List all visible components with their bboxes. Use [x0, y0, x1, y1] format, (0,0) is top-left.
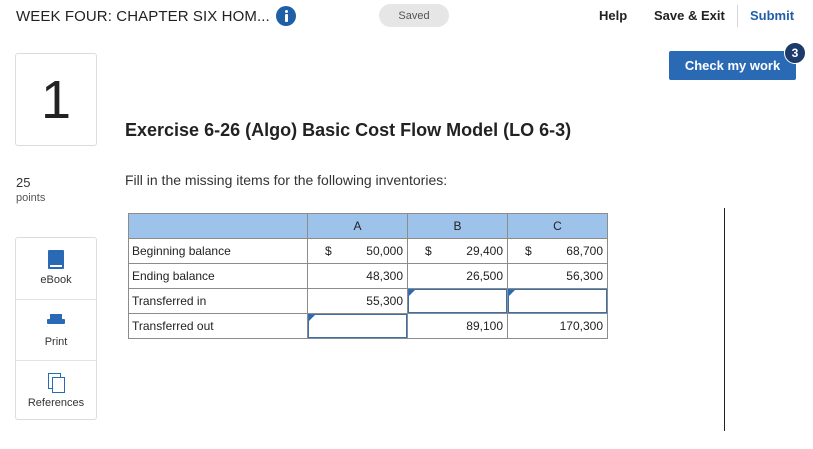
answer-input-transferred-in-b[interactable]: [408, 289, 507, 313]
column-header: A: [307, 213, 408, 239]
help-link[interactable]: Help: [599, 8, 627, 23]
table-cell: 89,100: [407, 313, 508, 339]
side-tools-panel: eBook Print References: [15, 237, 97, 420]
table-row: Transferred out 89,100 170,300: [128, 313, 608, 339]
cell-value: 48,300: [366, 269, 403, 283]
answer-input-transferred-out-a[interactable]: [308, 314, 407, 338]
cell-value: 29,400: [466, 244, 503, 258]
table-row: Beginning balance $50,000 $29,400 $68,70…: [128, 238, 608, 264]
cell-value: 68,700: [566, 244, 603, 258]
inventory-table: A B C Beginning balance $50,000 $29,400 …: [128, 213, 608, 339]
ebook-button[interactable]: eBook: [16, 238, 96, 299]
column-header: B: [407, 213, 508, 239]
currency-symbol: $: [425, 244, 432, 258]
table-cell: $68,700: [507, 238, 608, 264]
save-exit-link[interactable]: Save & Exit: [654, 8, 725, 23]
ebook-icon: [48, 250, 64, 269]
assignment-title: WEEK FOUR: CHAPTER SIX HOM...: [16, 8, 270, 25]
print-button[interactable]: Print: [16, 299, 96, 360]
table-row: Ending balance 48,300 26,500 56,300: [128, 263, 608, 289]
table-cell: [507, 288, 608, 314]
cell-value: 170,300: [559, 319, 603, 333]
row-label: Transferred out: [128, 313, 308, 339]
points-value: 25: [16, 175, 31, 190]
table-cell: 48,300: [307, 263, 408, 289]
table-row: Transferred in 55,300: [128, 288, 608, 314]
table-cell: 26,500: [407, 263, 508, 289]
top-bar: WEEK FOUR: CHAPTER SIX HOM... Saved Help…: [0, 0, 813, 40]
table-cell: 170,300: [507, 313, 608, 339]
table-cell: [407, 288, 508, 314]
references-button[interactable]: References: [16, 360, 96, 421]
table-cell: $29,400: [407, 238, 508, 264]
table-header-row: A B C: [128, 213, 608, 239]
saved-status-badge: Saved: [379, 4, 449, 27]
cell-value: 26,500: [466, 269, 503, 283]
table-cell: [307, 313, 408, 339]
ebook-label: eBook: [40, 274, 72, 286]
references-icon: [48, 373, 65, 393]
table-cell: 55,300: [307, 288, 408, 314]
question-number: 1: [40, 69, 72, 130]
question-number-card: 1: [15, 53, 97, 146]
row-label: Beginning balance: [128, 238, 308, 264]
points-label: points: [16, 192, 46, 204]
row-label: Transferred in: [128, 288, 308, 314]
cell-value: 50,000: [366, 244, 403, 258]
references-label: References: [27, 397, 85, 409]
currency-symbol: $: [325, 244, 332, 258]
exercise-title: Exercise 6-26 (Algo) Basic Cost Flow Mod…: [125, 120, 572, 140]
column-header: C: [507, 213, 608, 239]
cell-value: 89,100: [466, 319, 503, 333]
header-label-cell: [128, 213, 308, 239]
currency-symbol: $: [525, 244, 532, 258]
check-my-work-button[interactable]: Check my work: [669, 51, 796, 80]
table-cell: 56,300: [507, 263, 608, 289]
vertical-divider: [724, 208, 725, 431]
info-icon[interactable]: [276, 6, 296, 26]
answer-input-transferred-in-c[interactable]: [508, 289, 607, 313]
top-divider: [737, 5, 738, 27]
print-icon: [47, 314, 65, 330]
table-cell: $50,000: [307, 238, 408, 264]
cell-value: 56,300: [566, 269, 603, 283]
row-label: Ending balance: [128, 263, 308, 289]
print-label: Print: [44, 336, 68, 348]
instructions-text: Fill in the missing items for the follow…: [125, 172, 448, 188]
cell-value: 55,300: [366, 294, 403, 308]
submit-link[interactable]: Submit: [750, 8, 794, 23]
attempts-badge: 3: [784, 42, 806, 64]
